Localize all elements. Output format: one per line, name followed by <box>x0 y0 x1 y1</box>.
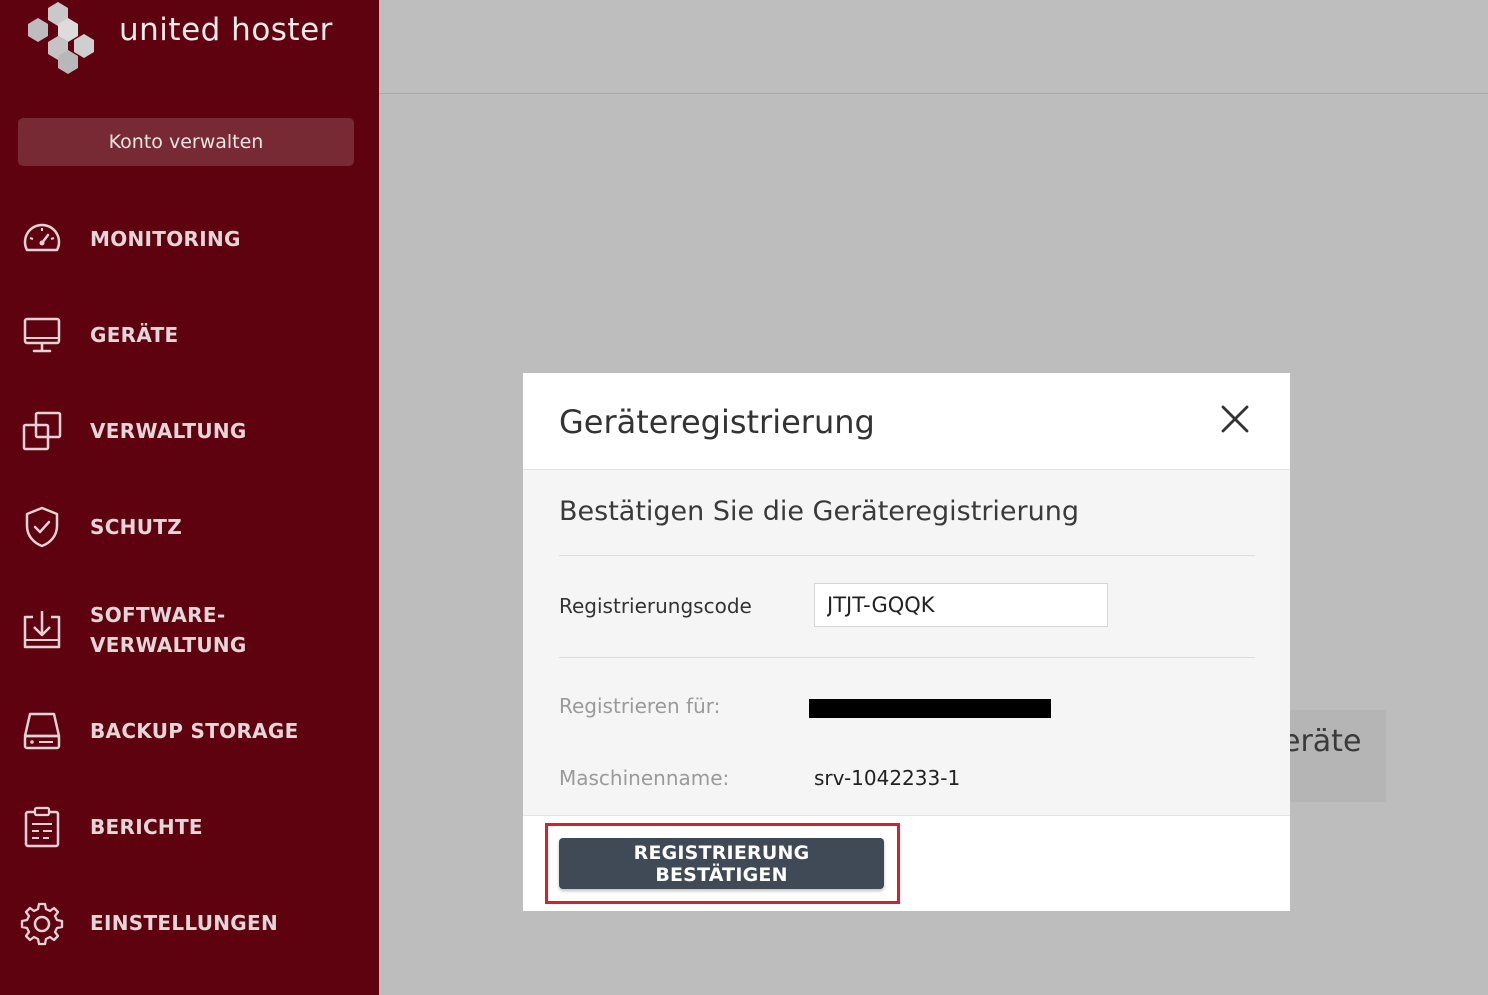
sidebar-item-schutz[interactable]: SCHUTZ <box>0 497 379 557</box>
confirm-registration-button[interactable]: REGISTRIERUNG BESTÄTIGEN <box>559 838 884 889</box>
divider <box>559 657 1255 658</box>
register-for-label: Registrieren für: <box>559 694 721 718</box>
sidebar: united hoster Konto verwalten MONITORING… <box>0 0 379 995</box>
divider <box>559 555 1255 556</box>
machine-name-value: srv-1042233-1 <box>814 766 961 790</box>
sidebar-item-geraete[interactable]: GERÄTE <box>0 305 379 365</box>
shield-check-icon <box>25 506 59 548</box>
speedometer-icon <box>23 223 61 252</box>
close-icon[interactable] <box>1219 403 1251 435</box>
monitor-icon <box>23 317 61 353</box>
sidebar-item-label-line2: VERWALTUNG <box>90 633 247 657</box>
device-registration-dialog: Geräteregistrierung Bestätigen Sie die G… <box>523 373 1290 911</box>
sidebar-item-label: BACKUP STORAGE <box>90 719 299 743</box>
sidebar-item-backup-storage[interactable]: BACKUP STORAGE <box>0 701 379 761</box>
top-bar <box>379 0 1488 94</box>
dialog-title: Geräteregistrierung <box>559 403 875 441</box>
hard-drive-icon <box>23 712 61 750</box>
manage-account-button[interactable]: Konto verwalten <box>18 118 354 166</box>
sidebar-item-monitoring[interactable]: MONITORING <box>0 209 379 269</box>
brand-logo[interactable]: united hoster <box>18 0 368 78</box>
clipboard-report-icon <box>24 806 60 848</box>
dialog-body: Bestätigen Sie die Geräteregistrierung R… <box>523 470 1290 815</box>
machine-name-label: Maschinenname: <box>559 766 730 790</box>
registration-code-label: Registrierungscode <box>559 594 752 618</box>
background-heading: eräte <box>1282 724 1362 759</box>
sidebar-item-berichte[interactable]: BERICHTE <box>0 797 379 857</box>
sidebar-item-label: BERICHTE <box>90 815 203 839</box>
registration-code-input[interactable] <box>814 583 1108 627</box>
sidebar-item-label: EINSTELLUNGEN <box>90 911 279 935</box>
brand-name: united hoster <box>119 12 333 48</box>
hexagon-cluster-icon <box>28 2 94 74</box>
sidebar-item-label: MONITORING <box>90 227 241 251</box>
sidebar-item-label: GERÄTE <box>90 323 179 347</box>
sidebar-item-label: VERWALTUNG <box>90 419 247 443</box>
dialog-header: Geräteregistrierung <box>523 373 1290 470</box>
download-tray-icon <box>23 611 61 649</box>
sidebar-item-label-line1: SOFTWARE- <box>90 603 226 627</box>
sidebar-item-software-verwaltung[interactable]: SOFTWARE- VERWALTUNG <box>0 592 379 668</box>
redacted-account <box>809 699 1051 718</box>
gear-icon <box>20 902 64 946</box>
sidebar-item-label: SCHUTZ <box>90 515 183 539</box>
copy-windows-icon <box>22 411 62 451</box>
sidebar-item-verwaltung[interactable]: VERWALTUNG <box>0 401 379 461</box>
section-title: Bestätigen Sie die Geräteregistrierung <box>559 496 1080 527</box>
sidebar-item-einstellungen[interactable]: EINSTELLUNGEN <box>0 893 379 953</box>
